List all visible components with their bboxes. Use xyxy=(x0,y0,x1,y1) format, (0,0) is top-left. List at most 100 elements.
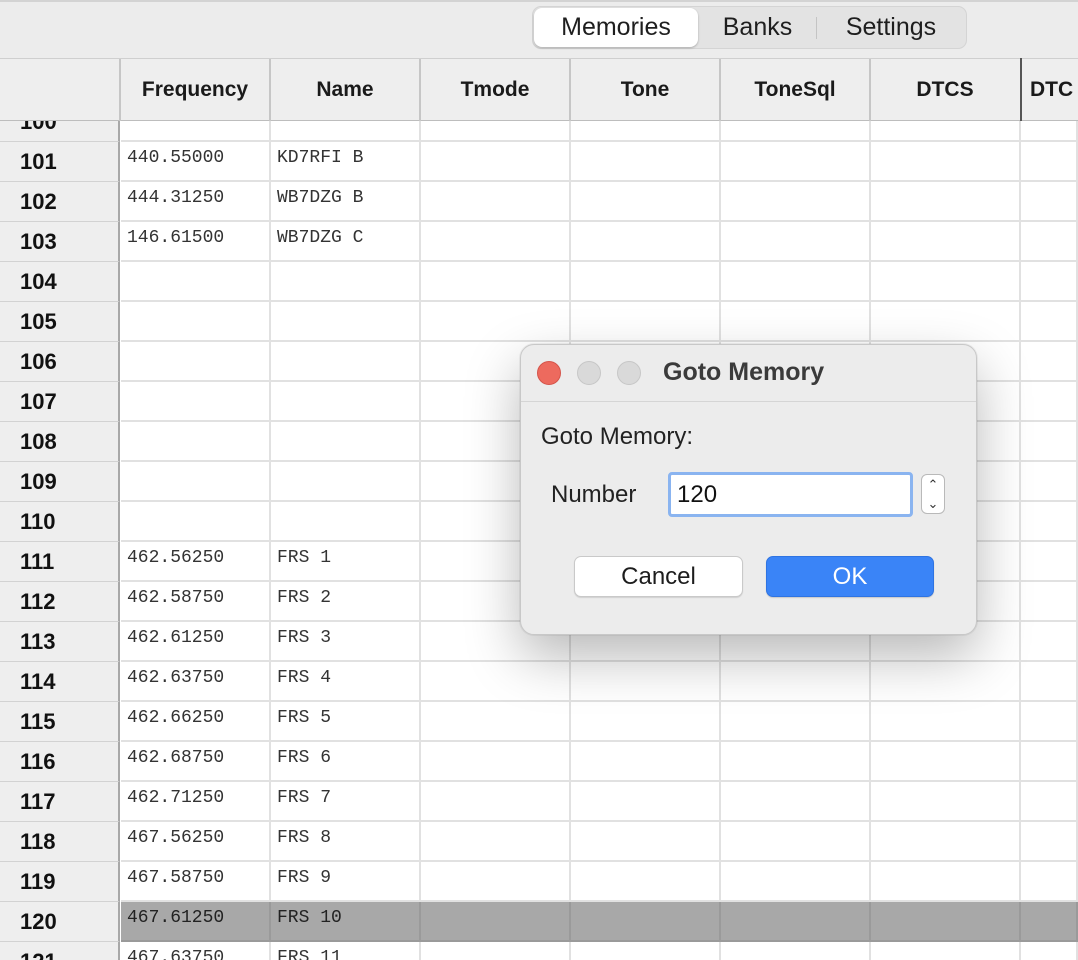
table-cell[interactable] xyxy=(871,182,1021,222)
number-input[interactable]: 120 xyxy=(668,472,913,517)
table-cell[interactable] xyxy=(421,182,571,222)
frequency-cell[interactable] xyxy=(121,302,271,342)
frequency-cell[interactable] xyxy=(121,422,271,462)
name-cell[interactable]: WB7DZG B xyxy=(271,182,421,222)
name-cell[interactable]: FRS 7 xyxy=(271,782,421,822)
frequency-cell[interactable]: 462.71250 xyxy=(121,782,271,822)
table-cell[interactable] xyxy=(571,222,721,262)
table-cell[interactable] xyxy=(871,142,1021,182)
table-cell[interactable] xyxy=(1021,422,1078,462)
table-cell[interactable] xyxy=(721,182,871,222)
table-row[interactable]: 103 146.61500 WB7DZG C xyxy=(0,222,1078,262)
name-cell[interactable] xyxy=(271,502,421,542)
table-cell[interactable] xyxy=(871,302,1021,342)
table-cell[interactable] xyxy=(421,742,571,782)
cancel-button[interactable]: Cancel xyxy=(574,556,743,597)
table-cell[interactable] xyxy=(871,121,1021,142)
table-cell[interactable] xyxy=(721,702,871,742)
column-header-tone[interactable]: Tone xyxy=(571,59,719,121)
table-cell[interactable] xyxy=(721,742,871,782)
name-cell[interactable] xyxy=(271,462,421,502)
name-cell[interactable] xyxy=(271,382,421,422)
table-cell[interactable] xyxy=(721,121,871,142)
table-cell[interactable] xyxy=(871,262,1021,302)
table-cell[interactable] xyxy=(421,662,571,702)
table-row[interactable]: 120 467.61250 FRS 10 xyxy=(0,902,1078,942)
name-cell[interactable]: FRS 4 xyxy=(271,662,421,702)
table-cell[interactable] xyxy=(571,702,721,742)
frequency-cell[interactable]: 462.56250 xyxy=(121,542,271,582)
frequency-cell[interactable]: 462.63750 xyxy=(121,662,271,702)
table-cell[interactable] xyxy=(721,662,871,702)
table-cell[interactable] xyxy=(571,742,721,782)
name-cell[interactable]: FRS 11 xyxy=(271,942,421,960)
table-row[interactable]: 119 467.58750 FRS 9 xyxy=(0,862,1078,902)
table-cell[interactable] xyxy=(1021,502,1078,542)
frequency-cell[interactable]: 444.31250 xyxy=(121,182,271,222)
frequency-cell[interactable]: 467.56250 xyxy=(121,822,271,862)
table-cell[interactable] xyxy=(421,862,571,902)
column-header-frequency[interactable]: Frequency xyxy=(121,59,269,121)
frequency-cell[interactable] xyxy=(121,382,271,422)
table-cell[interactable] xyxy=(421,902,571,942)
table-cell[interactable] xyxy=(421,121,571,142)
table-row[interactable]: 116 462.68750 FRS 6 xyxy=(0,742,1078,782)
table-cell[interactable] xyxy=(1021,702,1078,742)
table-row[interactable]: 104 xyxy=(0,262,1078,302)
table-cell[interactable] xyxy=(571,662,721,702)
table-cell[interactable] xyxy=(871,742,1021,782)
column-header-tmode[interactable]: Tmode xyxy=(421,59,569,121)
frequency-cell[interactable]: 467.63750 xyxy=(121,942,271,960)
table-cell[interactable] xyxy=(1021,182,1078,222)
table-cell[interactable] xyxy=(421,302,571,342)
table-cell[interactable] xyxy=(1021,542,1078,582)
table-cell[interactable] xyxy=(421,782,571,822)
table-row[interactable]: 100 xyxy=(0,121,1078,142)
table-row[interactable]: 118 467.56250 FRS 8 xyxy=(0,822,1078,862)
table-cell[interactable] xyxy=(1021,582,1078,622)
table-cell[interactable] xyxy=(571,302,721,342)
table-row[interactable]: 115 462.66250 FRS 5 xyxy=(0,702,1078,742)
table-cell[interactable] xyxy=(571,142,721,182)
frequency-cell[interactable]: 467.61250 xyxy=(121,902,271,942)
column-header-dtcs[interactable]: DTCS xyxy=(871,59,1019,121)
table-cell[interactable] xyxy=(571,182,721,222)
table-row[interactable]: 114 462.63750 FRS 4 xyxy=(0,662,1078,702)
table-cell[interactable] xyxy=(421,262,571,302)
table-cell[interactable] xyxy=(571,862,721,902)
table-cell[interactable] xyxy=(1021,622,1078,662)
table-cell[interactable] xyxy=(721,782,871,822)
table-cell[interactable] xyxy=(721,822,871,862)
tab-settings[interactable]: Settings xyxy=(817,7,965,48)
frequency-cell[interactable]: 440.55000 xyxy=(121,142,271,182)
table-row[interactable]: 101 440.55000 KD7RFI B xyxy=(0,142,1078,182)
number-stepper[interactable]: ⌃ ⌄ xyxy=(921,474,945,514)
table-cell[interactable] xyxy=(871,702,1021,742)
table-cell[interactable] xyxy=(871,942,1021,960)
name-cell[interactable]: WB7DZG C xyxy=(271,222,421,262)
table-cell[interactable] xyxy=(1021,302,1078,342)
ok-button[interactable]: OK xyxy=(766,556,934,597)
name-cell[interactable]: FRS 3 xyxy=(271,622,421,662)
table-cell[interactable] xyxy=(421,142,571,182)
name-cell[interactable] xyxy=(271,302,421,342)
table-cell[interactable] xyxy=(1021,742,1078,782)
table-cell[interactable] xyxy=(1021,902,1078,942)
table-cell[interactable] xyxy=(871,822,1021,862)
table-cell[interactable] xyxy=(1021,142,1078,182)
table-cell[interactable] xyxy=(421,702,571,742)
table-cell[interactable] xyxy=(421,222,571,262)
frequency-cell[interactable] xyxy=(121,462,271,502)
name-cell[interactable]: KD7RFI B xyxy=(271,142,421,182)
table-cell[interactable] xyxy=(871,662,1021,702)
table-cell[interactable] xyxy=(571,822,721,862)
name-cell[interactable]: FRS 10 xyxy=(271,902,421,942)
close-window-icon[interactable] xyxy=(537,361,561,385)
table-cell[interactable] xyxy=(421,942,571,960)
name-cell[interactable]: FRS 8 xyxy=(271,822,421,862)
frequency-cell[interactable] xyxy=(121,121,271,142)
table-cell[interactable] xyxy=(871,862,1021,902)
table-cell[interactable] xyxy=(721,222,871,262)
name-cell[interactable] xyxy=(271,422,421,462)
table-cell[interactable] xyxy=(721,862,871,902)
